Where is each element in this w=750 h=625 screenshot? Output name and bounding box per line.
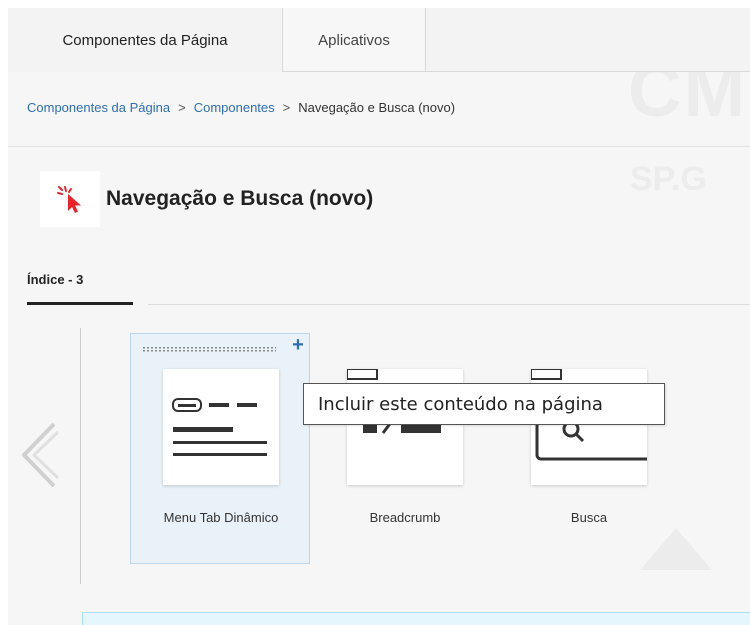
breadcrumb-item-componentes-da-pagina[interactable]: Componentes da Página [27, 100, 170, 115]
page-title: Navegação e Busca (novo) [106, 187, 374, 210]
component-label-busca: Busca [570, 510, 608, 525]
top-tabs: Componentes da Página Aplicativos [8, 8, 750, 72]
component-label-menu-tab: Menu Tab Dinâmico [163, 510, 279, 525]
carousel-divider [80, 328, 81, 584]
tab-indice[interactable]: Índice - 3 [27, 272, 83, 287]
info-panel [82, 612, 750, 625]
pointer-click-icon [40, 171, 100, 227]
chevron-left-icon[interactable] [18, 420, 62, 495]
tooltip: Incluir este conteúdo na página [303, 383, 665, 425]
breadcrumb-separator: > [178, 100, 186, 115]
breadcrumb-separator: > [282, 100, 291, 115]
background-watermark-shape [640, 528, 712, 570]
component-panel: CM SP.G Componentes da Página Aplicativo… [8, 8, 750, 625]
breadcrumb: Componentes da Página > Componentes > Na… [27, 100, 455, 115]
tab-aplicativos[interactable]: Aplicativos [282, 8, 426, 72]
tab-componentes-da-pagina[interactable]: Componentes da Página [8, 8, 282, 72]
active-tab-indicator [27, 302, 133, 305]
breadcrumb-item-componentes[interactable]: Componentes [194, 100, 275, 115]
section-divider [8, 146, 750, 147]
breadcrumb-item-current: Navegação e Busca (novo) [298, 100, 456, 115]
tabs-baseline [148, 304, 750, 305]
tabs-divider [282, 71, 750, 72]
menu-tab-icon[interactable] [163, 369, 279, 485]
drag-handle-icon[interactable] [143, 341, 276, 352]
background-watermark-logo-sub: SP.G [630, 160, 707, 198]
add-content-button[interactable]: + [287, 334, 309, 356]
component-label-breadcrumb: Breadcrumb [369, 510, 441, 525]
